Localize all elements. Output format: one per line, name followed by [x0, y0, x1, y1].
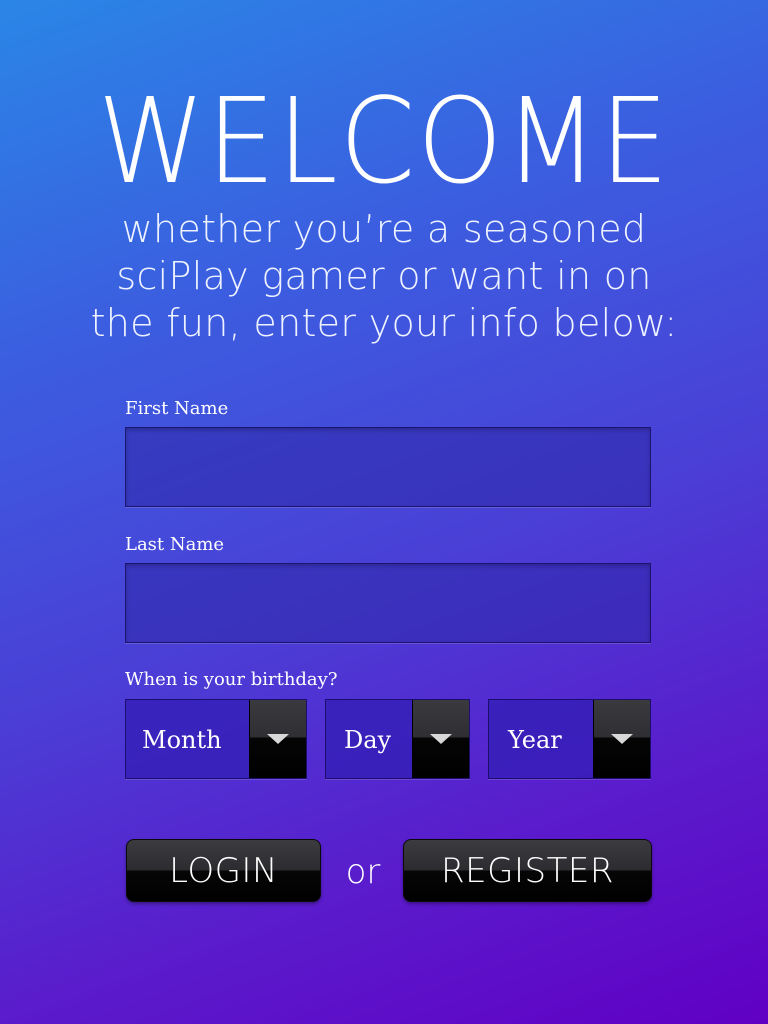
caret-down-icon: [430, 734, 452, 744]
register-button[interactable]: REGISTER: [403, 839, 652, 902]
year-dropdown-button[interactable]: [593, 700, 650, 778]
month-select[interactable]: Month: [125, 699, 307, 779]
page-subtitle: whether you’re a seasoned sciPlay gamer …: [90, 207, 678, 345]
first-name-field[interactable]: [125, 427, 651, 507]
caret-down-icon: [611, 734, 633, 744]
year-select-value: Year: [508, 726, 562, 754]
day-dropdown-button[interactable]: [412, 700, 469, 778]
last-name-label: Last Name: [125, 534, 225, 555]
birthday-label: When is your birthday?: [125, 669, 338, 690]
year-select[interactable]: Year: [488, 699, 651, 779]
welcome-page: WELCOME whether you’re a seasoned sciPla…: [0, 0, 768, 1024]
page-title: WELCOME: [97, 72, 671, 210]
login-button[interactable]: LOGIN: [126, 839, 321, 902]
month-select-value: Month: [142, 726, 222, 754]
last-name-field[interactable]: [125, 563, 651, 643]
month-dropdown-button[interactable]: [249, 700, 306, 778]
day-select[interactable]: Day: [325, 699, 470, 779]
first-name-label: First Name: [125, 398, 229, 419]
caret-down-icon: [267, 734, 289, 744]
or-separator: or: [345, 852, 381, 892]
day-select-value: Day: [344, 726, 392, 754]
